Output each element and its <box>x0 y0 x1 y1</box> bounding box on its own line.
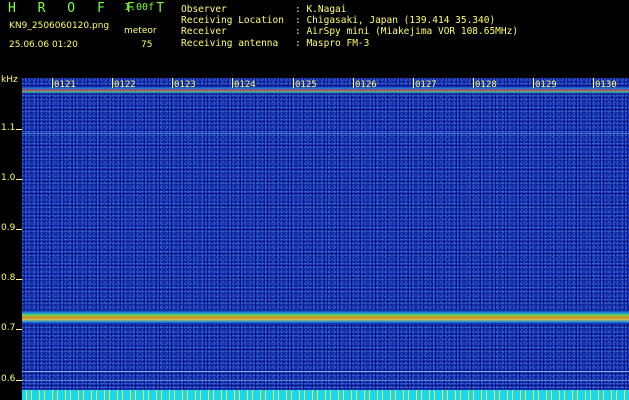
reference-line <box>22 380 629 381</box>
time-tick <box>52 78 53 88</box>
receiver-key: Receiver <box>181 26 227 37</box>
noise-background <box>22 78 629 400</box>
time-tick <box>593 78 594 88</box>
y-tick-label: 1.1 <box>1 123 16 133</box>
y-tick-label: 0.8 <box>1 273 16 283</box>
meteor-count: 75 <box>141 40 153 50</box>
reference-line <box>22 133 629 134</box>
time-mark: 0122 <box>114 80 136 90</box>
y-tick-label: 0.9 <box>1 223 16 233</box>
carrier-band <box>22 310 629 324</box>
axis-unit-label: kHz <box>1 75 18 85</box>
time-mark: 0129 <box>535 80 557 90</box>
time-mark: 0121 <box>54 80 76 90</box>
antenna-value: : Maspro FM-3 <box>295 38 370 49</box>
time-tick <box>353 78 354 88</box>
antenna-key: Receiving antenna <box>181 38 279 49</box>
time-tick <box>112 78 113 88</box>
time-mark: 0128 <box>475 80 497 90</box>
time-mark: 0127 <box>415 80 437 90</box>
filename-label: KN9_2506060120.png <box>9 21 110 31</box>
frequency-axis: kHz 1.1 1.0 0.9 0.8 0.7 0.6 <box>0 75 22 400</box>
reference-line <box>22 371 629 372</box>
time-tick <box>533 78 534 88</box>
spectrogram-plot: 0121 0122 0123 0124 0125 0126 0127 0128 … <box>22 78 629 400</box>
time-tick <box>413 78 414 88</box>
y-tick-label: 0.7 <box>1 323 16 333</box>
header-panel: H R O F F T 1.00f KN9_2506060120.png met… <box>0 0 629 78</box>
time-mark: 0126 <box>355 80 377 90</box>
time-tick <box>172 78 173 88</box>
version-label: 1.00f <box>124 2 155 13</box>
observer-value: : K.Nagai <box>295 4 347 15</box>
time-tick <box>473 78 474 88</box>
time-mark: 0130 <box>595 80 617 90</box>
noise-floor-strip <box>22 390 629 400</box>
y-tick-label: 1.0 <box>1 173 16 183</box>
location-value: : Chigasaki, Japan (139.414 35.340) <box>295 15 496 26</box>
time-tick <box>293 78 294 88</box>
datetime-label: 25.06.06 01:20 <box>9 40 78 50</box>
meteor-label: meteor <box>124 26 157 36</box>
time-tick <box>232 78 233 88</box>
time-mark: 0123 <box>174 80 196 90</box>
time-mark: 0125 <box>295 80 317 90</box>
observer-key: Observer <box>181 4 227 15</box>
time-mark: 0124 <box>234 80 256 90</box>
receiver-value: : AirSpy mini (Miakejima VOR 108.65MHz) <box>295 26 519 37</box>
location-key: Receiving Location <box>181 15 284 26</box>
y-tick-label: 0.6 <box>1 374 16 384</box>
